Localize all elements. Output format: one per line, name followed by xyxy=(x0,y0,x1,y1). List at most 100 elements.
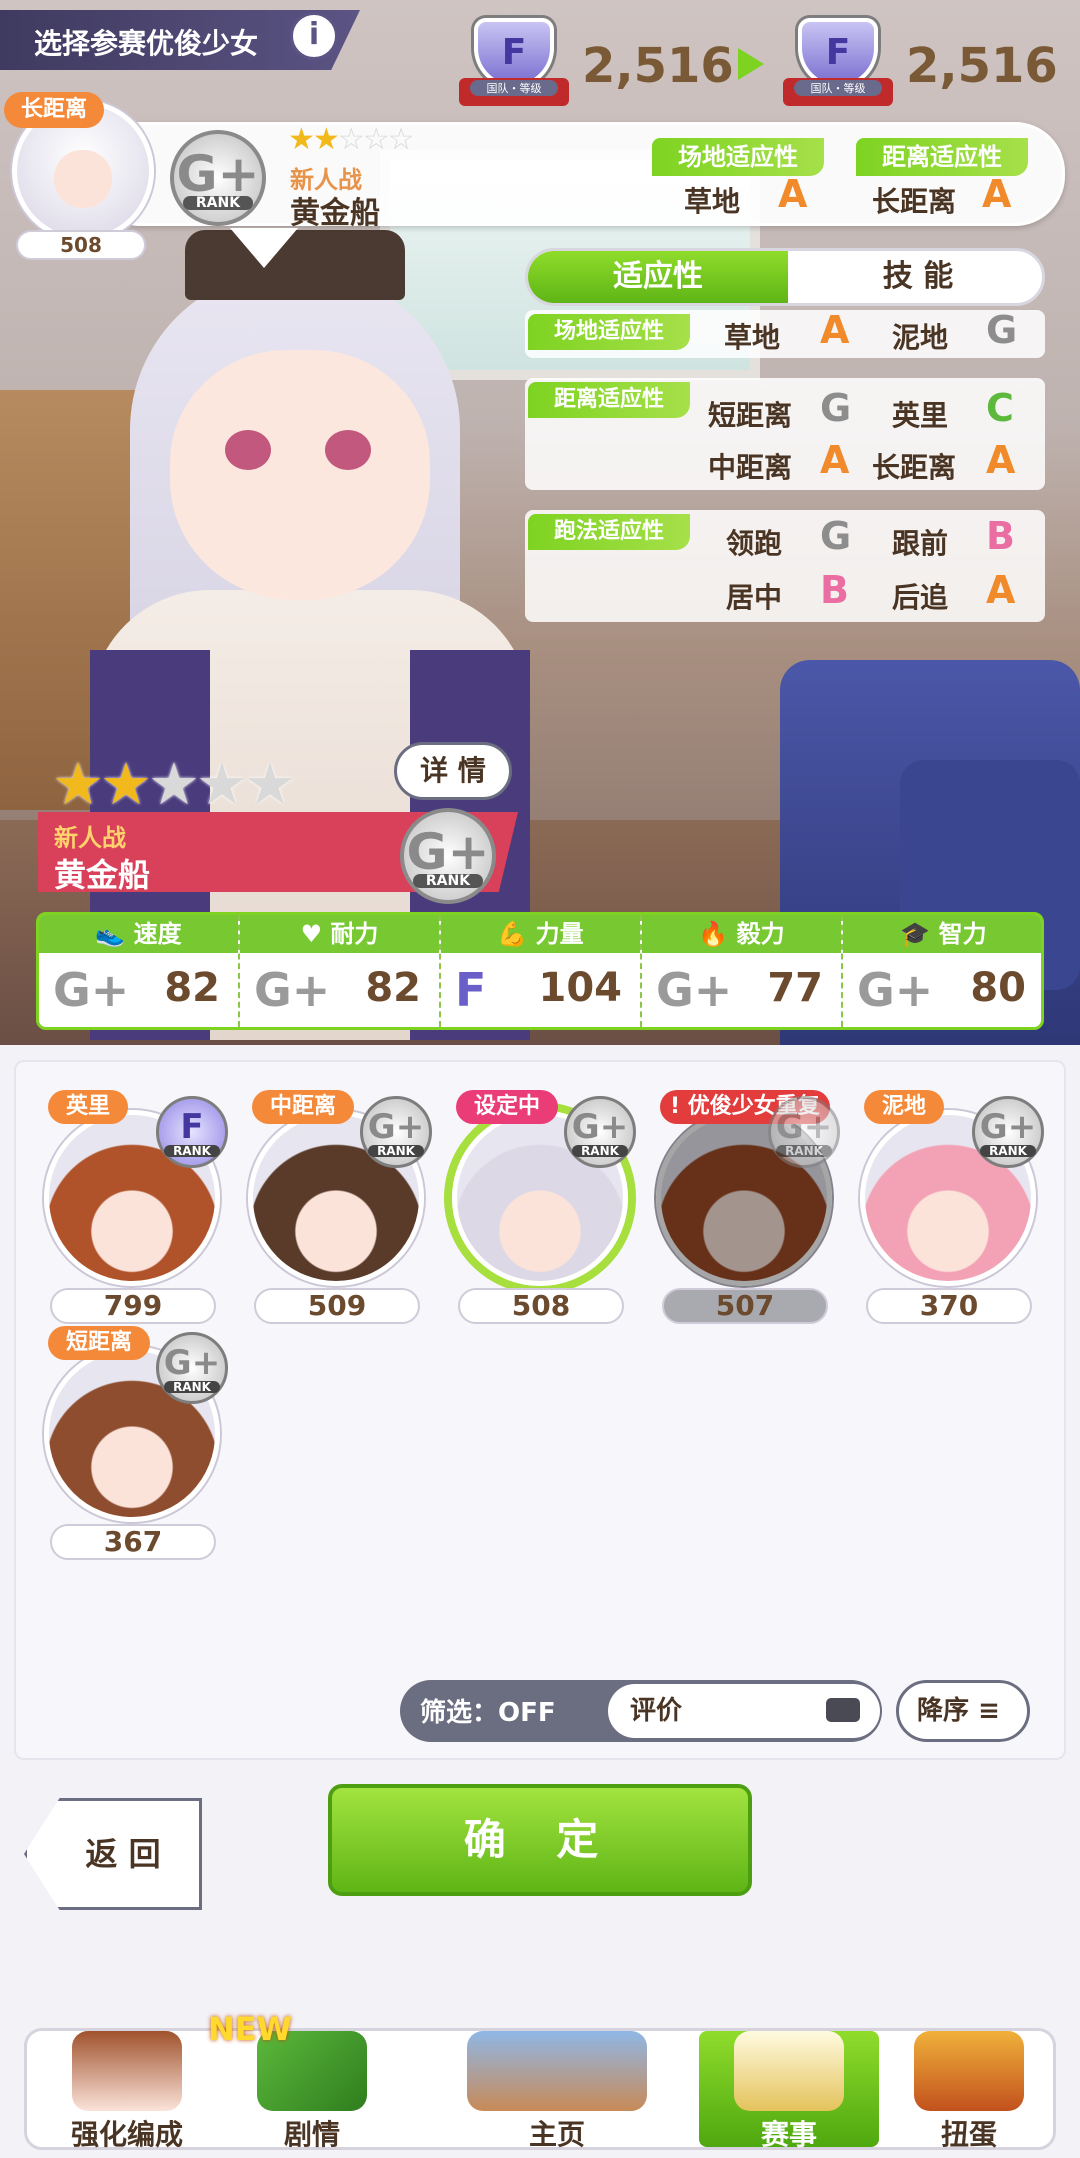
stat-grade: G+ xyxy=(857,963,934,1017)
selected-surface-grade: A xyxy=(778,172,808,216)
roster-card[interactable]: 短距离 G+ RANK 367 xyxy=(44,1326,228,1562)
bottom-nav: 强化编成 剧情 主页 赛事 扭蛋 xyxy=(24,2028,1056,2151)
card-number: 509 xyxy=(254,1288,420,1324)
stat-grade: G+ xyxy=(53,963,130,1017)
team-rank-grade-left: F xyxy=(501,32,527,73)
distance-name: 短距离 xyxy=(708,399,793,432)
team-rank-label-left: 国队・等级 xyxy=(470,80,558,96)
stat-header: 💪 力量 xyxy=(441,915,640,953)
shoe-icon: 👟 xyxy=(95,920,134,948)
nav-item-team[interactable]: 强化编成 xyxy=(37,2031,217,2151)
team-icon xyxy=(72,2031,182,2111)
card-tag: 中距离 xyxy=(252,1090,355,1124)
star-empty-icon: ★ xyxy=(196,750,248,818)
strategy-aptitude-label: 跑法适应性 xyxy=(528,514,690,550)
star-filled-icon: ★ xyxy=(288,122,315,157)
card-number: 508 xyxy=(458,1288,624,1324)
muscle-icon: 💪 xyxy=(497,920,536,948)
distance-name: 中距离 xyxy=(708,451,793,484)
nav-item-home[interactable]: 主页 xyxy=(427,2031,687,2151)
sort-lines-icon: ≡ xyxy=(978,1696,1000,1726)
roster-card[interactable]: 中距离 G+ RANK 509 xyxy=(248,1090,432,1326)
character-face xyxy=(170,350,430,600)
star-empty-icon: ★ xyxy=(244,750,296,818)
team-rank-badge-right: F 国队・等级 xyxy=(783,18,893,114)
card-tag: 泥地 xyxy=(864,1090,945,1124)
stat-label: 力量 xyxy=(535,920,584,948)
stat-label: 智力 xyxy=(938,920,987,948)
selected-distance-tag: 长距离 xyxy=(4,92,104,128)
stat-guts: 🔥 毅力 G+ 77 xyxy=(642,915,843,1027)
stat-grade: F xyxy=(455,963,487,1017)
distance-grade: G xyxy=(820,386,852,430)
info-button[interactable]: i xyxy=(290,12,338,60)
selected-surface-label: 场地适应性 xyxy=(652,138,824,176)
stats-panel: 👟 速度 G+ 82 ♥ 耐力 G+ 82 💪 力量 F 104 🔥 毅力 G+ 77 🎓 智力… xyxy=(36,912,1044,1030)
distance-grade: A xyxy=(820,438,850,482)
stat-speed: 👟 速度 G+ 82 xyxy=(39,915,240,1027)
nav-label: 扭蛋 xyxy=(940,2118,997,2151)
strategy-name: 领跑 xyxy=(726,527,783,560)
card-stack-icon xyxy=(826,1698,860,1722)
info-icon: i xyxy=(308,17,320,52)
back-button[interactable]: 返 回 xyxy=(24,1798,202,1910)
roster-card-duplicate[interactable]: ! 优俊少女重复 G+ RANK 507 xyxy=(656,1090,840,1326)
card-rank-badge: G+ RANK xyxy=(768,1096,840,1168)
aptitude-skill-tabs: 适应性 技 能 xyxy=(525,248,1045,306)
surface-grade: G xyxy=(986,308,1018,352)
team-rank-value-right: 2,516 xyxy=(906,38,1058,94)
distance-grade: A xyxy=(986,438,1016,482)
distance-name: 英里 xyxy=(892,399,949,432)
card-tag: 英里 xyxy=(48,1090,129,1124)
character-eye-right xyxy=(325,430,371,470)
nav-item-race[interactable]: 赛事 xyxy=(699,2031,879,2151)
sort-order-label: 降序 xyxy=(917,1696,970,1726)
team-rank-label-right: 国队・等级 xyxy=(794,80,882,96)
filter-toggle[interactable]: 筛选：OFF 评价 xyxy=(400,1680,882,1742)
stat-grade: G+ xyxy=(254,963,331,1017)
surface-aptitude-label: 场地适应性 xyxy=(528,314,690,350)
card-rank-grade: G+ xyxy=(163,1343,221,1383)
details-button[interactable]: 详 情 xyxy=(394,742,512,800)
down-arrow-icon xyxy=(230,228,298,268)
roster-card-selected[interactable]: 设定中 G+ RANK 508 xyxy=(452,1090,636,1326)
sort-field-value: 评价 xyxy=(630,1696,683,1726)
stat-power: 💪 力量 F 104 xyxy=(441,915,642,1027)
stat-value: 77 xyxy=(767,965,823,1011)
star-empty-icon: ☆ xyxy=(337,122,365,157)
stat-value: 80 xyxy=(970,965,1026,1011)
new-badge: NEW xyxy=(208,2010,292,2048)
distance-grade: C xyxy=(986,386,1014,430)
card-tag-setting: 设定中 xyxy=(456,1090,559,1124)
star-filled-icon: ★ xyxy=(100,750,152,818)
character-name: 黄金船 xyxy=(54,856,151,894)
roster-card[interactable]: 泥地 G+ RANK 370 xyxy=(860,1090,1044,1326)
flame-icon: 🔥 xyxy=(698,920,737,948)
stat-label: 耐力 xyxy=(330,920,379,948)
nav-label: 强化编成 xyxy=(70,2118,183,2151)
sort-order-button[interactable]: 降序 ≡ xyxy=(896,1680,1030,1742)
stat-wisdom: 🎓 智力 G+ 80 xyxy=(843,915,1041,1027)
stat-value: 104 xyxy=(538,965,623,1011)
card-rank-badge: G+ RANK xyxy=(156,1332,228,1404)
card-rank-grade: G+ xyxy=(775,1107,833,1147)
sort-field-select[interactable]: 评价 xyxy=(608,1684,880,1738)
card-rank-grade: F xyxy=(180,1107,204,1147)
roster-card[interactable]: 英里 F RANK 799 xyxy=(44,1090,228,1326)
tab-skills[interactable]: 技 能 xyxy=(788,251,1042,303)
selected-rank-badge: G+ RANK xyxy=(170,130,266,226)
stat-header: ♥ 耐力 xyxy=(240,915,439,953)
selected-name: 黄金船 xyxy=(290,196,380,231)
confirm-button[interactable]: 确 定 xyxy=(328,1784,752,1896)
nav-item-story[interactable]: 剧情 xyxy=(227,2031,397,2151)
surface-name: 草地 xyxy=(724,321,781,354)
star-empty-icon: ☆ xyxy=(362,122,390,157)
nav-item-gacha[interactable]: 扭蛋 xyxy=(889,2031,1049,2151)
strategy-name: 跟前 xyxy=(892,527,949,560)
strategy-grade: G xyxy=(820,514,852,558)
strategy-name: 后追 xyxy=(892,581,949,614)
filter-label: 筛选：OFF xyxy=(420,1698,556,1728)
page-title: 选择参赛优俊少女 xyxy=(34,27,259,60)
tab-aptitude[interactable]: 适应性 xyxy=(528,251,788,303)
card-rank-badge: G+ RANK xyxy=(972,1096,1044,1168)
